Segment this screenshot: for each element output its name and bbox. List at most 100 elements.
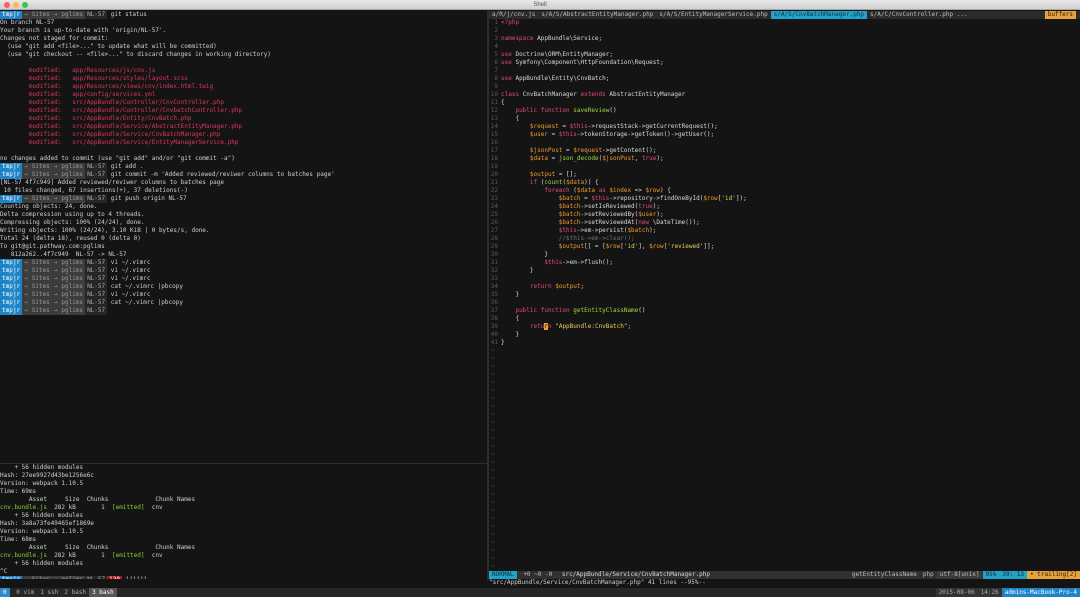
prompt-dir: pglims	[59, 267, 86, 275]
line-number: 21	[490, 179, 498, 186]
empty-line-marker: ~	[489, 547, 1080, 555]
git-branch: NL-57	[85, 267, 108, 275]
code-line: 38 {	[489, 315, 1080, 323]
empty-line-marker: ~	[489, 475, 1080, 483]
code-line: 37 public function getEntityClassName()	[489, 307, 1080, 315]
code-token: $user	[529, 131, 548, 138]
code-text: $batch->setReviewedAt(new \DateTime());	[501, 219, 700, 227]
empty-line-marker: ~	[489, 491, 1080, 499]
code-token: }	[501, 251, 548, 258]
shell-pane-top-left[interactable]: tmpjr → Sites → pglims NL-57 git status On bra…	[0, 11, 487, 463]
tilde: ~	[491, 563, 495, 570]
vim-editor[interactable]: 1 <?php 2 3 namespace AppBundle\Service; 4 5 us…	[489, 19, 1080, 571]
code-line: 34 return $output;	[489, 283, 1080, 291]
code-text: public function getEntityClassName()	[501, 307, 645, 315]
tilde: ~	[491, 483, 495, 490]
tab-3[interactable]: s/A/S/EntityManagerService.php	[656, 11, 770, 19]
tmux-window-1[interactable]: 1 ssh	[37, 588, 61, 597]
code-token: ->setReviewedAt(	[580, 219, 639, 226]
code-text: {	[501, 315, 519, 323]
window-titlebar: Shell	[0, 0, 1080, 10]
line-number: 23	[490, 195, 498, 202]
code-token: ]);	[735, 195, 747, 202]
prompt-arrow: →	[22, 259, 30, 267]
terminal-line: 10 files changed, 67 insertions(+), 37 d…	[0, 187, 188, 194]
tilde: ~	[491, 387, 495, 394]
terminal-line: Asset Size Chunks Chunk Names	[0, 496, 196, 503]
tmux-hostname: admins-MacBook-Pro-4	[1001, 588, 1080, 597]
terminal-line: cnv.bundle.js 282 kB 1 [emitted] cnv	[0, 504, 487, 512]
prompt-arrow: →	[22, 11, 30, 19]
tmux-statusbar: 0 0 vim 1 ssh 2 bash 3 bash 2015-08-06 14:26…	[0, 588, 1080, 597]
prompt-dir: pglims	[59, 576, 86, 579]
line-number: 39	[490, 323, 498, 330]
empty-line-marker: ~	[489, 363, 1080, 371]
code-token: as	[594, 187, 610, 194]
modified-file: src/AppBundle/Service/AbstractEntityMana…	[72, 123, 243, 130]
tmux-window-0[interactable]: 0 vim	[13, 588, 37, 597]
git-branch: NL-57	[85, 171, 108, 179]
code-token: $request	[573, 147, 603, 154]
modified-file: app/config/services.yml	[72, 91, 156, 98]
terminal-line: modified: src/AppBundle/Entity/CnvBatch.…	[0, 115, 487, 123]
command-text: vi ~/.vimrc	[107, 267, 151, 274]
current-file: src/AppBundle/Service/CnvBatchManager.ph…	[561, 571, 710, 578]
modified-file: src/AppBundle/Service/EntityManagerServi…	[72, 139, 239, 146]
asset-emitted: [emitted]	[112, 504, 145, 511]
tab-5[interactable]: s/A/C/CnvController.php ...	[867, 11, 971, 19]
tab-4[interactable]: s/A/S/CnvBatchManager.php	[770, 11, 868, 19]
tmux-session[interactable]: 0	[0, 588, 10, 597]
code-text: $data = json_decode($jsonPost, true);	[501, 155, 664, 163]
modified-file: app/Resources/js/cnv.js	[72, 67, 156, 74]
tmux-window-3[interactable]: 3 bash	[89, 588, 117, 597]
command-text: vi ~/.vimrc	[107, 291, 151, 298]
prompt-dir: pglims	[59, 259, 86, 267]
prompt-arrow: →	[51, 299, 60, 307]
prompt-dir: pglims	[59, 11, 86, 19]
code-line: 14 $request = $this->requestStack->getCu…	[489, 123, 1080, 131]
terminal-line: modified: app/Resources/js/cnv.js	[0, 67, 487, 75]
modified-label: modified:	[0, 91, 73, 98]
vim-command-line[interactable]: "src/AppBundle/Service/CnvBatchManager.p…	[489, 579, 1080, 587]
code-line: 3 namespace AppBundle\Service;	[489, 35, 1080, 43]
terminal-line: modified: app/Resources/views/cnv/index.…	[0, 83, 487, 91]
code-text: $request = $this->requestStack->getCurre…	[501, 123, 718, 131]
asset-name: cnv.bundle.js	[0, 504, 47, 511]
exit-status: 130	[107, 576, 122, 579]
code-token: =	[558, 123, 570, 130]
line-number: 33	[490, 275, 498, 282]
code-token: $index	[609, 187, 632, 194]
line-number: 14	[490, 123, 498, 130]
code-token: public function	[515, 107, 570, 114]
git-branch: NL-57	[85, 291, 108, 299]
git-branch: NL-57	[85, 163, 108, 171]
prompt-user: tmpjr	[0, 171, 23, 179]
empty-line-marker: ~	[489, 443, 1080, 451]
prompt-dir: pglims	[59, 171, 86, 179]
code-token: );	[649, 227, 657, 234]
shell-pane-bottom-left[interactable]: + 56 hidden modules Hash: 27ee9927d43be12…	[0, 464, 487, 579]
code-token: ],	[638, 243, 650, 250]
code-text: }	[501, 291, 519, 299]
code-line: 41}	[489, 339, 1080, 347]
tab-2[interactable]: s/A/S/AbstractEntityManager.php	[538, 11, 656, 19]
terminal-line: Compressing objects: 100% (24/24), done.	[0, 219, 145, 226]
code-text: use Doctrine\ORM\EntityManager;	[501, 51, 613, 59]
code-token: );	[652, 203, 660, 210]
git-branch: NL-57	[85, 259, 108, 267]
code-token: ;	[580, 283, 585, 290]
prompt-dir: Sites	[29, 195, 52, 203]
code-text: }	[501, 251, 548, 259]
file-type: php	[922, 571, 934, 578]
tab-1[interactable]: a/R/j/cnv.js	[489, 11, 538, 19]
line-number: 20	[490, 171, 498, 178]
code-token: new	[638, 219, 650, 226]
code-line: 24 $batch->setIsReviewed(true);	[489, 203, 1080, 211]
tmux-window-2[interactable]: 2 bash	[61, 588, 89, 597]
code-text: foreach ($data as $index => $row) {	[501, 187, 670, 195]
terminal-line: tmpjr → Sites → pglims NL-57 vi ~/.vimrc	[0, 259, 487, 267]
code-token: =	[547, 131, 559, 138]
